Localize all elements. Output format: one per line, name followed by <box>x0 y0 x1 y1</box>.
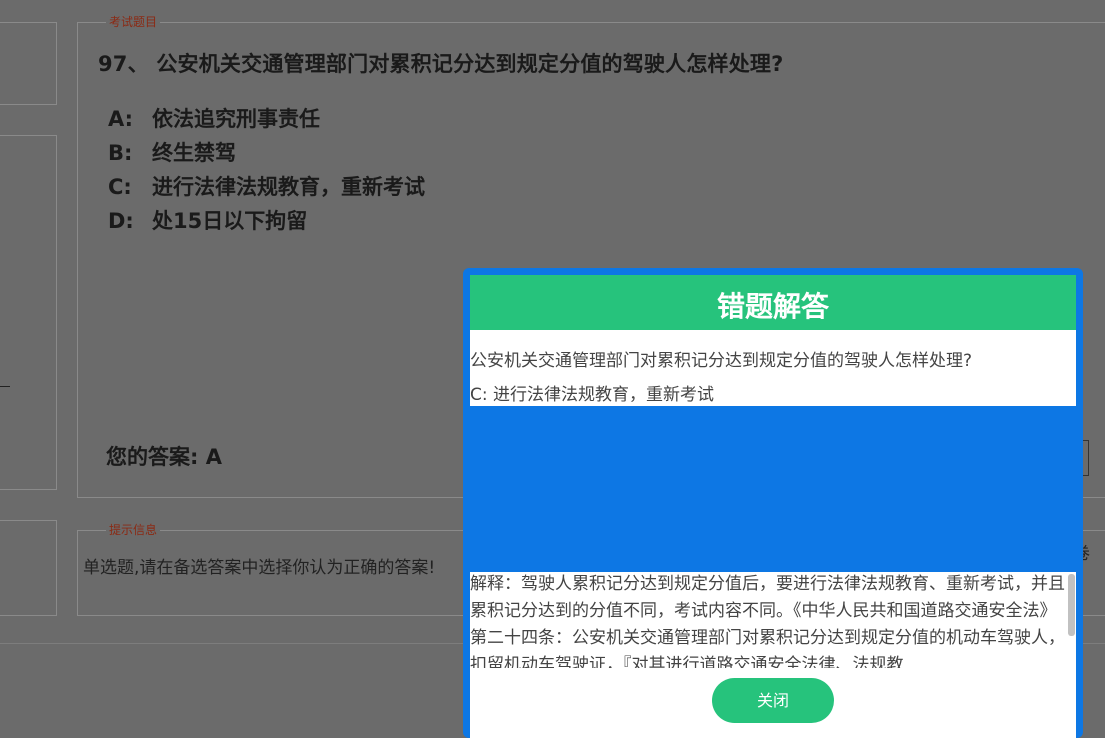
option-c[interactable]: C: 进行法律法规教育，重新考试 <box>108 171 425 201</box>
dialog-question: 公安机关交通管理部门对累积记分达到规定分值的驾驶人怎样处理? <box>470 351 973 371</box>
explanation-scrollbar[interactable] <box>1068 574 1075 636</box>
dialog-footer: 关闭 <box>470 668 1076 738</box>
option-text: 终生禁驾 <box>152 141 236 165</box>
dialog-question-area: 公安机关交通管理部门对累积记分达到规定分值的驾驶人怎样处理? C: 进行法律法规… <box>470 330 1076 406</box>
option-letter: B: <box>108 141 133 165</box>
option-a[interactable]: A: 依法追究刑事责任 <box>108 103 320 133</box>
option-b[interactable]: B: 终生禁驾 <box>108 137 236 167</box>
option-d[interactable]: D: 处15日以下拘留 <box>108 205 307 235</box>
option-letter: C: <box>108 175 132 199</box>
option-letter: A: <box>108 107 134 131</box>
hint-text: 单选题,请在备选答案中选择你认为正确的答案! <box>83 558 436 578</box>
left-panel-top <box>0 22 57 105</box>
option-text: 依法追究刑事责任 <box>152 107 320 131</box>
question-text: 97、 公安机关交通管理部门对累积记分达到规定分值的驾驶人怎样处理? <box>98 52 784 76</box>
dialog-correct-answer: C: 进行法律法规教育，重新考试 <box>470 385 715 405</box>
left-panel-bottom <box>0 520 57 616</box>
explanation-text: 解释：驾驶人累积记分达到规定分值后，要进行法律法规教育、重新考试，并且累积记分达… <box>470 574 1065 668</box>
wrong-answer-dialog: 错题解答 公安机关交通管理部门对累积记分达到规定分值的驾驶人怎样处理? C: 进… <box>463 268 1083 738</box>
dialog-explanation[interactable]: 解释：驾驶人累积记分达到规定分值后，要进行法律法规教育、重新考试，并且累积记分达… <box>470 572 1076 668</box>
hint-legend: 提示信息 <box>106 522 161 538</box>
left-panel-middle <box>0 135 57 490</box>
option-text: 进行法律法规教育，重新考试 <box>152 175 425 199</box>
option-text: 处15日以下拘留 <box>152 209 308 233</box>
close-button[interactable]: 关闭 <box>712 678 834 723</box>
your-answer: 您的答案: A <box>106 445 222 469</box>
option-letter: D: <box>108 209 134 233</box>
exam-legend: 考试题目 <box>106 14 161 30</box>
dialog-title: 错题解答 <box>470 275 1076 330</box>
left-panel-divider <box>0 386 10 387</box>
